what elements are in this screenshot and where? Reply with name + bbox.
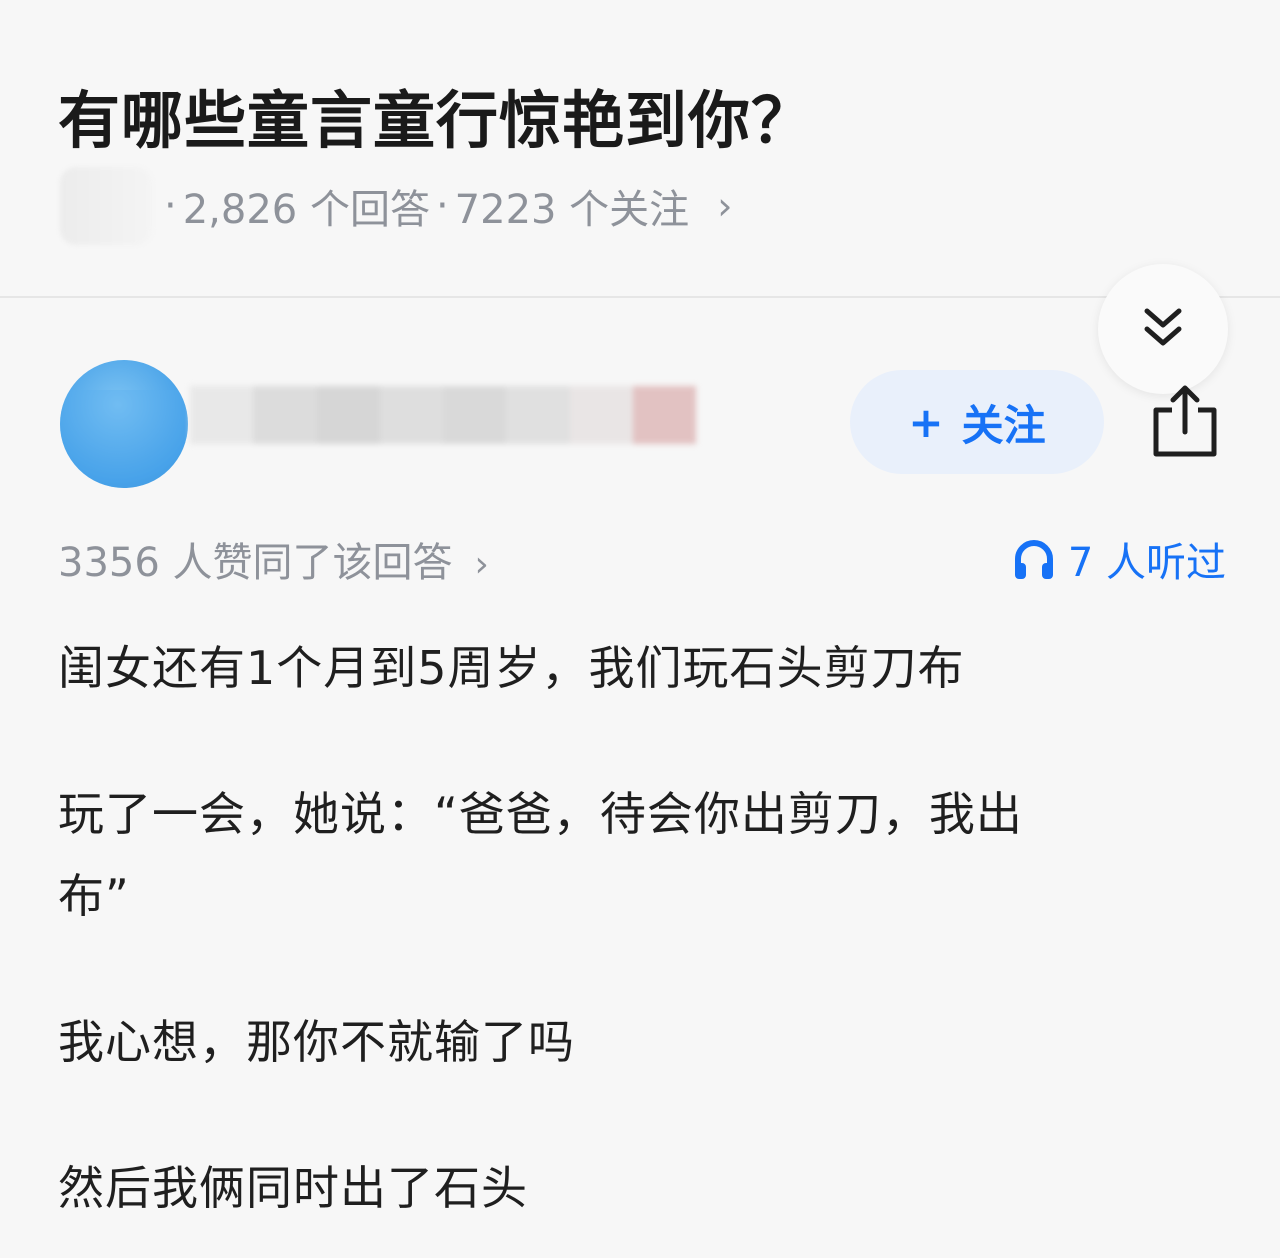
question-meta[interactable]: · 2,826 个回答 · 7223 个关注 › [60,166,732,246]
avatar[interactable] [60,360,188,488]
listened-count: 7 人听过 [1067,540,1226,586]
follow-button-label: 关注 [961,400,1046,450]
follow-button[interactable]: + 关注 [850,370,1104,474]
answer-paragraph: 我心想，那你不就输了吗 [58,1015,575,1069]
collapse-button[interactable] [1098,264,1228,394]
answers-count: 2,826 个回答 [182,187,430,233]
meta-separator: · [164,183,177,229]
question-title: 有哪些童言童行惊艳到你？ [58,84,815,157]
topic-thumbnail [60,167,152,245]
listen-indicator[interactable]: 7 人听过 [1012,530,1226,588]
meta-separator: · [435,183,449,229]
upvote-summary[interactable]: 3356 人赞同了该回答 › [58,530,489,588]
avatar-blur [60,390,188,488]
chevron-right-icon: › [474,544,489,585]
chevron-right-icon: › [717,184,733,228]
answer-paragraph: 闺女还有1个月到5周岁，我们玩石头剪刀布 [58,641,965,695]
answer-paragraph: 玩了一会，她说：“爸爸，待会你出剪刀，我出 [58,787,1023,841]
double-chevron-down-icon [1144,308,1182,346]
share-icon[interactable] [1150,384,1220,460]
answer-paragraph: 然后我俩同时出了石头 [58,1161,528,1215]
headphones-icon [1014,540,1053,579]
upvote-text: 3356 人赞同了该回答 [58,540,453,586]
author-name-blurred[interactable] [190,386,696,444]
plus-icon: + [908,397,944,447]
divider [0,296,1280,298]
answer-paragraph: 布” [58,869,130,923]
follow-count: 7223 个关注 [454,187,690,233]
